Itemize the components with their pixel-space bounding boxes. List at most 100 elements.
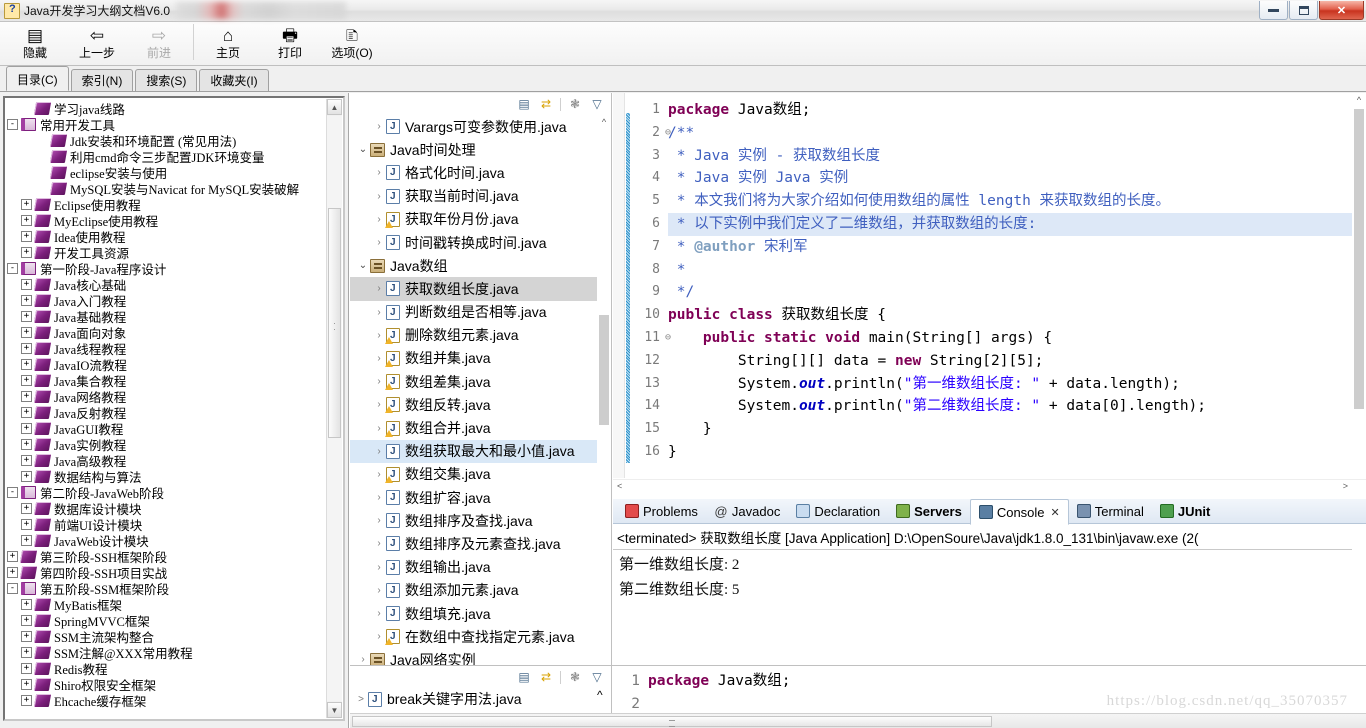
- expand-plus-icon[interactable]: +: [7, 550, 18, 562]
- code-line[interactable]: * 本文我们将为大家介绍如何使用数组的属性 length 来获取数组的长度。: [668, 190, 1352, 213]
- chevron-right-icon[interactable]: ›: [372, 423, 386, 434]
- package-explorer-item[interactable]: › 数组排序及元素查找.java: [350, 532, 597, 555]
- minimize-button[interactable]: [1259, 1, 1288, 20]
- expand-plus-icon[interactable]: +: [21, 358, 32, 370]
- package-explorer-item[interactable]: › 数组填充.java: [350, 602, 597, 625]
- package-explorer-item[interactable]: ⌄ Java数组: [350, 254, 597, 277]
- package-explorer-item[interactable]: › 数组输出.java: [350, 556, 597, 579]
- code-line[interactable]: *: [668, 259, 1352, 282]
- chevron-right-icon[interactable]: ›: [372, 538, 386, 549]
- help-tree-scrollbar[interactable]: ▲ ▼: [326, 99, 342, 718]
- code-line[interactable]: * Java 实例 - 获取数组长度: [668, 145, 1352, 168]
- help-tree-item[interactable]: + Ehcache缓存框架: [7, 692, 326, 709]
- package-explorer-item[interactable]: › 数组差集.java: [350, 370, 597, 393]
- chevron-down-icon[interactable]: ⌄: [356, 260, 370, 271]
- console-tab-servers[interactable]: Servers: [888, 499, 970, 524]
- chevron-right-icon[interactable]: ›: [372, 283, 386, 294]
- scroll-thumb[interactable]: [328, 208, 341, 438]
- expand-plus-icon[interactable]: +: [21, 614, 32, 626]
- package-explorer-item[interactable]: › 数组扩容.java: [350, 486, 597, 509]
- help-tree[interactable]: 学习java线路 - 常用开发工具 Jdk安装和环境配置 (常见用法) 利用cmd命令三…: [7, 100, 326, 717]
- expand-plus-icon[interactable]: +: [21, 438, 32, 450]
- chevron-right-icon[interactable]: ›: [372, 376, 386, 387]
- code-line[interactable]: }: [668, 418, 1352, 441]
- console-scrollbar[interactable]: [1352, 524, 1366, 665]
- code-line[interactable]: public static void main(String[] args) {: [668, 327, 1352, 350]
- chevron-right-icon[interactable]: ›: [356, 654, 370, 665]
- expand-plus-icon[interactable]: +: [21, 678, 32, 690]
- chevron-down-icon[interactable]: ⌄: [356, 144, 370, 155]
- expand-plus-icon[interactable]: +: [21, 198, 32, 210]
- package-explorer-item[interactable]: › 数组添加元素.java: [350, 579, 597, 602]
- package-explorer-item[interactable]: › 时间戳转换成时间.java: [350, 231, 597, 254]
- package-explorer-item[interactable]: › 数组反转.java: [350, 393, 597, 416]
- expand-plus-icon[interactable]: +: [21, 390, 32, 402]
- close-icon[interactable]: ✕: [1051, 506, 1060, 519]
- chevron-right-icon[interactable]: ›: [372, 608, 386, 619]
- chevron-right-icon[interactable]: ›: [372, 631, 386, 642]
- editor-source-text[interactable]: package Java数组;/** * Java 实例 - 获取数组长度 * …: [668, 93, 1352, 478]
- package-explorer-item[interactable]: › 判断数组是否相等.java: [350, 301, 597, 324]
- editor-vertical-scrollbar[interactable]: ^: [1352, 93, 1366, 478]
- package-explorer-item[interactable]: › 格式化时间.java: [350, 161, 597, 184]
- scroll-up-arrow[interactable]: ^: [597, 688, 611, 702]
- package-explorer-item[interactable]: ⌄ Java时间处理: [350, 138, 597, 161]
- restore-button[interactable]: [1289, 1, 1318, 20]
- collapse-minus-icon[interactable]: -: [7, 486, 18, 498]
- expand-plus-icon[interactable]: +: [21, 454, 32, 466]
- editor-horizontal-scrollbar[interactable]: < >: [613, 479, 1366, 494]
- console-tab-console[interactable]: Console ✕: [969, 499, 1069, 525]
- forward-button[interactable]: ⇨ 前进: [128, 22, 190, 64]
- scroll-thumb[interactable]: [1354, 109, 1364, 409]
- code-line[interactable]: System.out.println("第二维数组长度: " + data[0]…: [668, 395, 1352, 418]
- code-line[interactable]: */: [668, 281, 1352, 304]
- expand-plus-icon[interactable]: +: [21, 294, 32, 306]
- expand-plus-icon[interactable]: +: [21, 662, 32, 674]
- package-explorer-item[interactable]: › 数组合并.java: [350, 416, 597, 439]
- tab-contents[interactable]: 目录(C): [6, 66, 69, 91]
- collapse-all-icon[interactable]: ▤: [516, 669, 532, 685]
- expand-plus-icon[interactable]: +: [21, 518, 32, 530]
- expand-plus-icon[interactable]: +: [21, 630, 32, 642]
- hide-button[interactable]: ▤ 隐藏: [4, 22, 66, 64]
- package-explorer-item[interactable]: › Varargs可变参数使用.java: [350, 115, 597, 138]
- bottom-code-preview[interactable]: 1 package Java数组; 2: [614, 666, 1366, 714]
- code-line[interactable]: /**: [668, 122, 1352, 145]
- view-menu-icon[interactable]: ❃: [567, 96, 583, 112]
- package-explorer-item[interactable]: › Java网络实例: [350, 648, 597, 665]
- package-explorer-item[interactable]: › 数组并集.java: [350, 347, 597, 370]
- console-tab-problems[interactable]: Problems: [617, 499, 706, 524]
- chevron-right-icon[interactable]: ›: [372, 191, 386, 202]
- expand-plus-icon[interactable]: +: [21, 502, 32, 514]
- console-tab-javadoc[interactable]: @ Javadoc: [706, 499, 788, 524]
- scroll-up-arrow[interactable]: ▲: [327, 99, 342, 115]
- console-tab-declaration[interactable]: Declaration: [788, 499, 888, 524]
- collapse-minus-icon[interactable]: -: [7, 582, 18, 594]
- expand-plus-icon[interactable]: +: [21, 422, 32, 434]
- code-line[interactable]: public class 获取数组长度 {: [668, 304, 1352, 327]
- console-output[interactable]: 第一维数组长度: 2 第二维数组长度: 5: [613, 550, 1366, 606]
- chevron-right-icon[interactable]: ›: [372, 121, 386, 132]
- console-tab-terminal[interactable]: Terminal: [1069, 499, 1152, 524]
- expand-plus-icon[interactable]: +: [21, 230, 32, 242]
- help-tree-item[interactable]: MySQL安装与Navicat for MySQL安装破解: [7, 180, 326, 197]
- chevron-right-icon[interactable]: ›: [372, 492, 386, 503]
- expand-plus-icon[interactable]: +: [21, 278, 32, 290]
- expand-plus-icon[interactable]: +: [21, 598, 32, 610]
- expand-arrow-icon[interactable]: >: [354, 694, 368, 705]
- scroll-thumb[interactable]: [352, 716, 992, 727]
- scroll-left-arrow[interactable]: <: [617, 481, 622, 491]
- code-line[interactable]: }: [668, 441, 1352, 464]
- chevron-right-icon[interactable]: ›: [372, 167, 386, 178]
- package-explorer-item[interactable]: › 数组交集.java: [350, 463, 597, 486]
- expand-plus-icon[interactable]: +: [21, 326, 32, 338]
- code-line[interactable]: package Java数组;: [668, 99, 1352, 122]
- expand-plus-icon[interactable]: +: [7, 566, 18, 578]
- code-line[interactable]: * 以下实例中我们定义了二维数组，并获取数组的长度:: [668, 212, 1352, 236]
- tab-favorites[interactable]: 收藏夹(I): [199, 69, 269, 91]
- bottom-tree-scrollbar[interactable]: ^: [597, 688, 611, 714]
- home-button[interactable]: ⌂ 主页: [197, 22, 259, 64]
- minimize-view-icon[interactable]: ▽: [589, 96, 605, 112]
- expand-plus-icon[interactable]: +: [21, 374, 32, 386]
- chevron-right-icon[interactable]: ›: [372, 562, 386, 573]
